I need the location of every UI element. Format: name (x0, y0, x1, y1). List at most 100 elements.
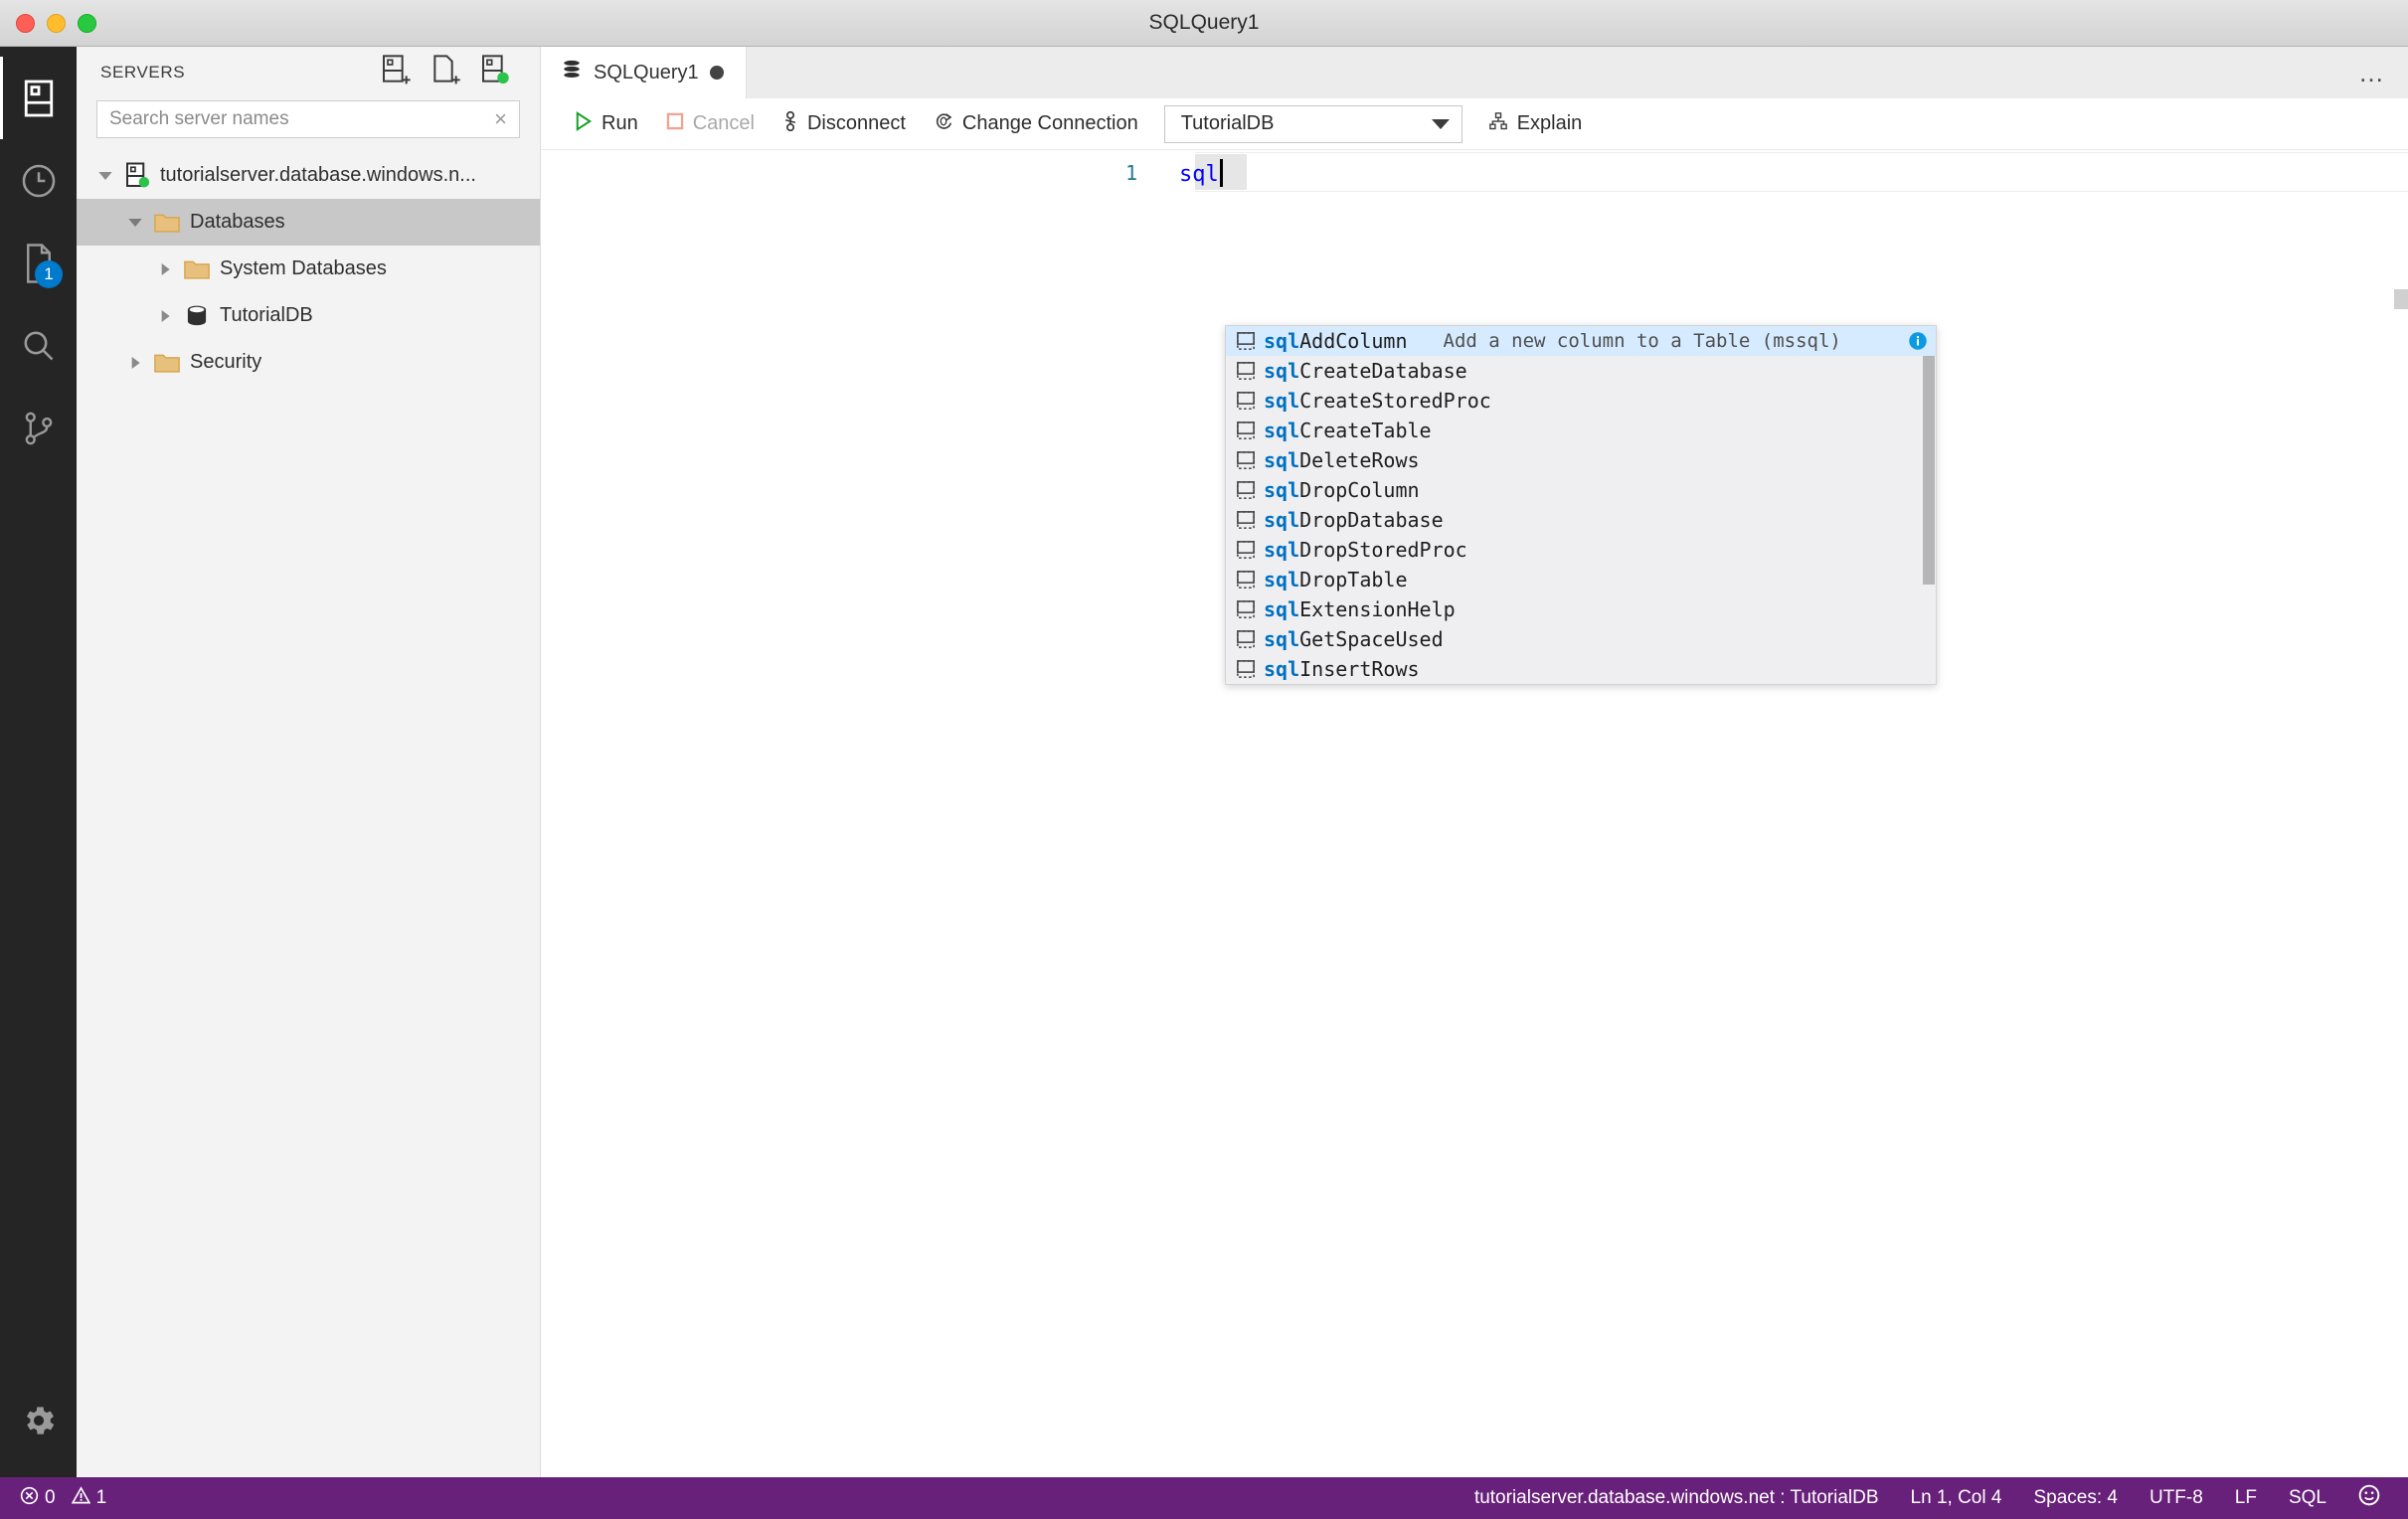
suggestion-label: sqlDropTable (1264, 568, 1408, 591)
tasks-badge: 1 (35, 260, 63, 288)
sidebar-header: SERVERS (77, 47, 540, 98)
sidebar-actions (381, 54, 526, 91)
folder-icon (150, 350, 184, 376)
disconnect-button[interactable]: Disconnect (769, 104, 920, 144)
new-server-group-icon[interactable] (430, 54, 460, 91)
activity-item-search[interactable] (0, 304, 77, 387)
editor-actions: … (2358, 47, 2408, 98)
tree-item-label: Security (190, 351, 262, 373)
snippet-icon (1236, 629, 1264, 649)
chevron-right-icon[interactable] (150, 308, 180, 324)
suggestion-list[interactable]: sqlAddColumn Add a new column to a Table… (1225, 325, 1937, 685)
tree-item-server[interactable]: tutorialserver.database.windows.n... (77, 152, 540, 199)
tree-item-system-databases[interactable]: System Databases (77, 246, 540, 292)
app-window: SQLQuery1 1 SERVERS Search server names … (0, 0, 2408, 1519)
clock-icon (20, 162, 58, 200)
disconnect-icon (782, 110, 798, 138)
activity-item-history[interactable] (0, 139, 77, 222)
warning-icon (71, 1485, 90, 1511)
suggestion-item[interactable]: sqlGetSpaceUsed (1226, 624, 1936, 654)
folder-icon (180, 256, 214, 282)
run-button[interactable]: Run (561, 104, 652, 144)
tree-item-label: Databases (190, 211, 285, 233)
suggestion-label: sqlDropStoredProc (1264, 538, 1467, 562)
folder-icon (150, 210, 184, 236)
suggestion-item[interactable]: sqlDeleteRows (1226, 445, 1936, 475)
cursor-position[interactable]: Ln 1, Col 4 (1897, 1487, 2016, 1509)
suggestion-item[interactable]: sqlAddColumn Add a new column to a Table… (1226, 326, 1936, 356)
suggestion-label: sqlDropDatabase (1264, 508, 1444, 532)
change-connection-label: Change Connection (961, 112, 1138, 134)
activity-item-servers[interactable] (0, 57, 77, 139)
indentation-status[interactable]: Spaces: 4 (2019, 1487, 2132, 1509)
tab-sqlquery1[interactable]: SQLQuery1 (541, 47, 747, 98)
stop-icon (666, 112, 684, 136)
suggestion-item[interactable]: sqlDropStoredProc (1226, 535, 1936, 565)
status-right: tutorialserver.database.windows.net : Tu… (1461, 1484, 2394, 1512)
snippet-icon (1236, 480, 1264, 500)
suggestion-item[interactable]: sqlCreateTable (1226, 416, 1936, 445)
suggestion-item[interactable]: sqlInsertRows (1226, 654, 1936, 684)
suggestion-label: sqlCreateStoredProc (1264, 389, 1491, 413)
search-box[interactable]: × (96, 100, 520, 138)
suggestion-item[interactable]: sqlExtensionHelp (1226, 594, 1936, 624)
active-connections-icon[interactable] (480, 54, 510, 91)
suggestion-item[interactable]: sqlDropTable (1226, 565, 1936, 594)
explain-button[interactable]: Explain (1474, 104, 1597, 144)
suggestion-label: sqlExtensionHelp (1264, 597, 1456, 621)
suggestion-item[interactable]: sqlCreateDatabase (1226, 356, 1936, 386)
clear-search-icon[interactable]: × (488, 108, 513, 130)
tree-item-databases[interactable]: Databases (77, 199, 540, 246)
database-dropdown[interactable]: TutorialDB (1163, 104, 1462, 143)
snippet-icon (1236, 510, 1264, 530)
explain-icon (1488, 111, 1508, 137)
status-left: 0 1 (14, 1485, 112, 1511)
suggestion-label: sqlDeleteRows (1264, 448, 1420, 472)
problems-status[interactable]: 0 1 (14, 1485, 112, 1511)
snippet-icon (1236, 540, 1264, 560)
language-status[interactable]: SQL (2275, 1487, 2340, 1509)
tree-item-label: TutorialDB (220, 304, 313, 326)
change-connection-icon (934, 111, 953, 137)
eol-status[interactable]: LF (2221, 1487, 2271, 1509)
servers-icon (22, 79, 56, 118)
more-actions-icon[interactable]: … (2358, 60, 2386, 85)
smiley-icon (2358, 1484, 2380, 1512)
suggestion-item[interactable]: sqlDropColumn (1226, 475, 1936, 505)
activity-item-manage[interactable] (0, 1379, 77, 1461)
chevron-down-icon[interactable] (120, 215, 150, 231)
explain-label: Explain (1516, 112, 1583, 134)
source-control-icon (21, 411, 57, 446)
chevron-right-icon[interactable] (120, 355, 150, 371)
tree-item-tutorialdb[interactable]: TutorialDB (77, 292, 540, 339)
database-icon (180, 303, 214, 329)
suggestion-detail: Add a new column to a Table (mssql) (1443, 330, 1841, 352)
query-toolbar: Run Cancel Disconnect Change Connection … (541, 98, 2408, 150)
info-icon[interactable] (1908, 331, 1928, 351)
tree-item-security[interactable]: Security (77, 339, 540, 386)
feedback-button[interactable] (2344, 1484, 2394, 1512)
snippet-icon (1236, 450, 1264, 470)
new-connection-icon[interactable] (381, 54, 411, 91)
tab-dirty-indicator[interactable] (709, 66, 724, 80)
activity-item-source-control[interactable] (0, 387, 77, 469)
tab-bar-filler (747, 47, 2358, 98)
servers-sidebar: SERVERS Search server names × tutorialse… (77, 47, 541, 1477)
chevron-down-icon[interactable] (90, 168, 120, 184)
suggestion-item[interactable]: sqlCreateStoredProc (1226, 386, 1936, 416)
tree-item-label: tutorialserver.database.windows.n... (160, 164, 476, 186)
snippet-icon (1236, 421, 1264, 440)
code-content[interactable]: sql (1179, 158, 1223, 187)
encoding-status[interactable]: UTF-8 (2136, 1487, 2217, 1509)
chevron-right-icon[interactable] (150, 261, 180, 277)
change-connection-button[interactable]: Change Connection (920, 104, 1152, 144)
chevron-down-icon (1431, 118, 1450, 129)
search-input[interactable] (109, 108, 489, 130)
body-row: 1 SERVERS Search server names × tutorial… (0, 47, 2408, 1477)
editor-scrollbar[interactable] (2394, 289, 2408, 309)
connection-status[interactable]: tutorialserver.database.windows.net : Tu… (1461, 1487, 1893, 1509)
activity-item-tasks[interactable]: 1 (0, 222, 77, 304)
suggestion-item[interactable]: sqlDropDatabase (1226, 505, 1936, 535)
code-editor[interactable]: 1 sql sqlAddColumn Add a new column to a… (541, 150, 2408, 1477)
activity-bar: 1 (0, 47, 77, 1477)
